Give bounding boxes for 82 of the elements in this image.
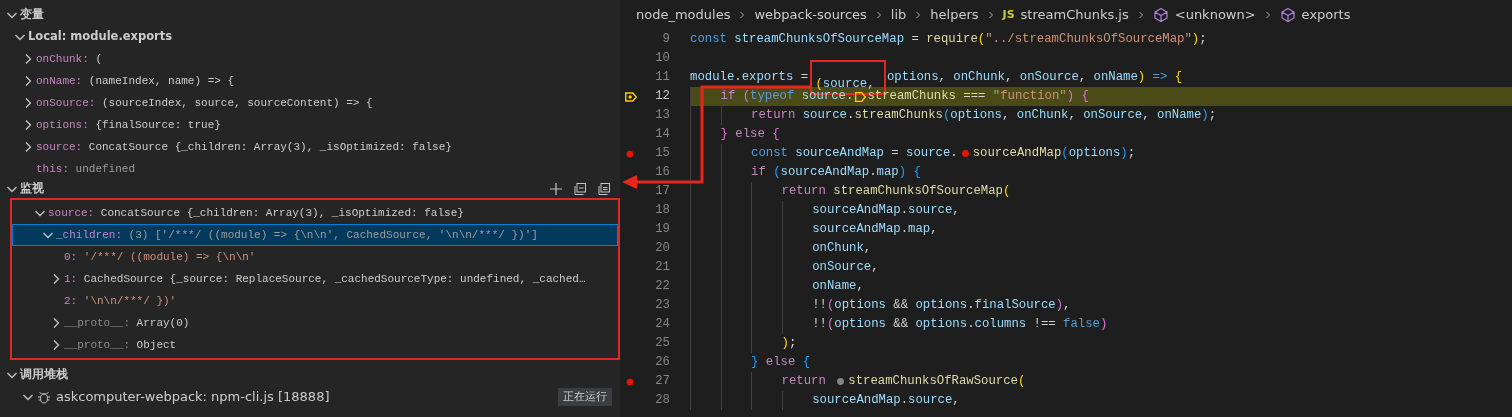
breadcrumb-item[interactable]: <unknown> (1174, 5, 1256, 25)
breakpoint-icon[interactable] (959, 148, 971, 159)
line-number: 16 (654, 164, 670, 182)
variable-entry[interactable]: onChunk: ( (36, 50, 102, 68)
scope-label: Local: module.exports (28, 28, 173, 46)
breadcrumb-item[interactable]: node_modules (636, 5, 731, 25)
code-line: } else { (690, 125, 780, 144)
cube-icon (1279, 7, 1296, 23)
line-number: 20 (654, 240, 670, 258)
section-title: 监视 (20, 180, 44, 198)
variable-entry: __proto__: Array(0) (64, 315, 190, 331)
variable-entry: __proto__: Object (64, 337, 177, 353)
line-number: 13 (654, 107, 670, 125)
code-line: if (sourceAndMap.map) { (690, 163, 921, 182)
code-line: onChunk, (690, 239, 872, 258)
code-line: return streamChunksOfRawSource( (690, 372, 1026, 391)
variable-entry[interactable]: source: ConcatSource {_children: Array(3), _isOptimized: false} (36, 138, 452, 156)
code-line: !!(options && options.finalSource), (690, 296, 1071, 315)
breadcrumb-item[interactable]: streamChunks.js (1020, 5, 1129, 25)
line-number: 19 (654, 221, 670, 239)
line-number: 10 (654, 50, 670, 68)
variable-entry[interactable]: onName: (nameIndex, name) => { (36, 72, 235, 90)
tree-row[interactable]: 1: CachedSource {_source: ReplaceSource, _cachedSourceType: undefined, _cached… (12, 268, 618, 290)
variable-entry[interactable]: onSource: (sourceIndex, source, sourceContent) => { (36, 94, 373, 112)
bug-icon (36, 389, 52, 405)
line-number: 18 (654, 202, 670, 220)
tree-row[interactable]: 0: '/***/ ((module) => {\n\n' (12, 246, 618, 268)
code-line: options, onChunk, onSource, onName) => { (886, 69, 1183, 87)
tree-row[interactable]: __proto__: Object (12, 334, 618, 356)
code-line: ); (690, 334, 797, 353)
variable-entry: source: ConcatSource {_children: Array(3), _isOptimized: false} (48, 205, 464, 221)
line-number: 11 (654, 69, 670, 87)
line-number: 21 (654, 259, 670, 277)
code-line: sourceAndMap.map, (690, 220, 938, 239)
line-number: 12 (654, 88, 670, 106)
session-name[interactable]: askcomputer-webpack: npm-cli.js [18888] (56, 387, 330, 407)
breadcrumb-item[interactable]: exports (1301, 5, 1351, 25)
breakpoint-icon[interactable] (835, 376, 847, 387)
file-type-icon: JS (1002, 6, 1015, 24)
code-line: module.exports = (690, 69, 810, 87)
breadcrumb-item[interactable]: lib (890, 5, 907, 25)
line-number: 25 (654, 335, 670, 353)
code-line: const streamChunksOfSourceMap = require("../streamChunksOfSourceMap"); (690, 31, 1207, 49)
code-line: const sourceAndMap = source. sourceAndMap(options); (690, 144, 1136, 163)
tree-row[interactable]: 2: '\n\n/***/ })' (12, 290, 618, 312)
breadcrumb-item[interactable]: helpers (930, 5, 979, 25)
line-number: 15 (654, 145, 670, 163)
variable-entry: 1: CachedSource {_source: ReplaceSource, _cachedSourceType: undefined, _cached… (64, 271, 586, 287)
line-number: 23 (654, 297, 670, 315)
line-number: 24 (654, 316, 670, 334)
variable-entry[interactable]: this: undefined (36, 160, 136, 178)
code-line: sourceAndMap.source, (690, 391, 960, 410)
line-number: 27 (654, 373, 670, 391)
line-number: 22 (654, 278, 670, 296)
tree-row[interactable]: source: ConcatSource {_children: Array(3), _isOptimized: false} (12, 202, 618, 224)
code-line: return streamChunksOfSourceMap( (690, 182, 1011, 201)
variable-entry: 0: '/***/ ((module) => {\n\n' (64, 249, 256, 265)
cube-icon (1152, 7, 1169, 23)
section-title: 变量 (20, 6, 44, 24)
code-line: !!(options && options.columns !== false) (690, 315, 1108, 334)
tree-row[interactable]: _children: (3) ['/***/ ((module) => {\n\n', CachedSource, '\n\n/***/ })'] (12, 224, 618, 246)
breadcrumb-item[interactable]: webpack-sources (754, 5, 867, 25)
add-icon[interactable] (548, 181, 564, 197)
code-line: } else { (690, 353, 811, 372)
variable-entry: 2: '\n\n/***/ })' (64, 293, 177, 309)
collapse-all-icon[interactable] (596, 181, 612, 197)
tree-row[interactable]: __proto__: Array(0) (12, 312, 618, 334)
current-stop-icon[interactable] (853, 89, 868, 104)
line-number: 28 (654, 392, 670, 410)
line-number: 14 (654, 126, 670, 144)
line-number: 26 (654, 354, 670, 372)
variable-entry: _children: (3) ['/***/ ((module) => {\n\n', CachedSource, '\n\n/***/ })'] (56, 227, 538, 243)
variable-entry[interactable]: options: {finalSource: true} (36, 116, 221, 134)
line-number: 17 (654, 183, 670, 201)
current-line-icon[interactable] (624, 89, 638, 104)
status-badge: 正在运行 (558, 387, 612, 407)
code-line: return source.streamChunks(options, onChunk, onSource, onName); (690, 106, 1217, 125)
line-number: 9 (661, 31, 670, 49)
code-line: onSource, (690, 258, 879, 277)
code-line: sourceAndMap.source, (690, 201, 960, 220)
section-title: 调用堆栈 (20, 366, 68, 384)
code-line: onName, (690, 277, 864, 296)
